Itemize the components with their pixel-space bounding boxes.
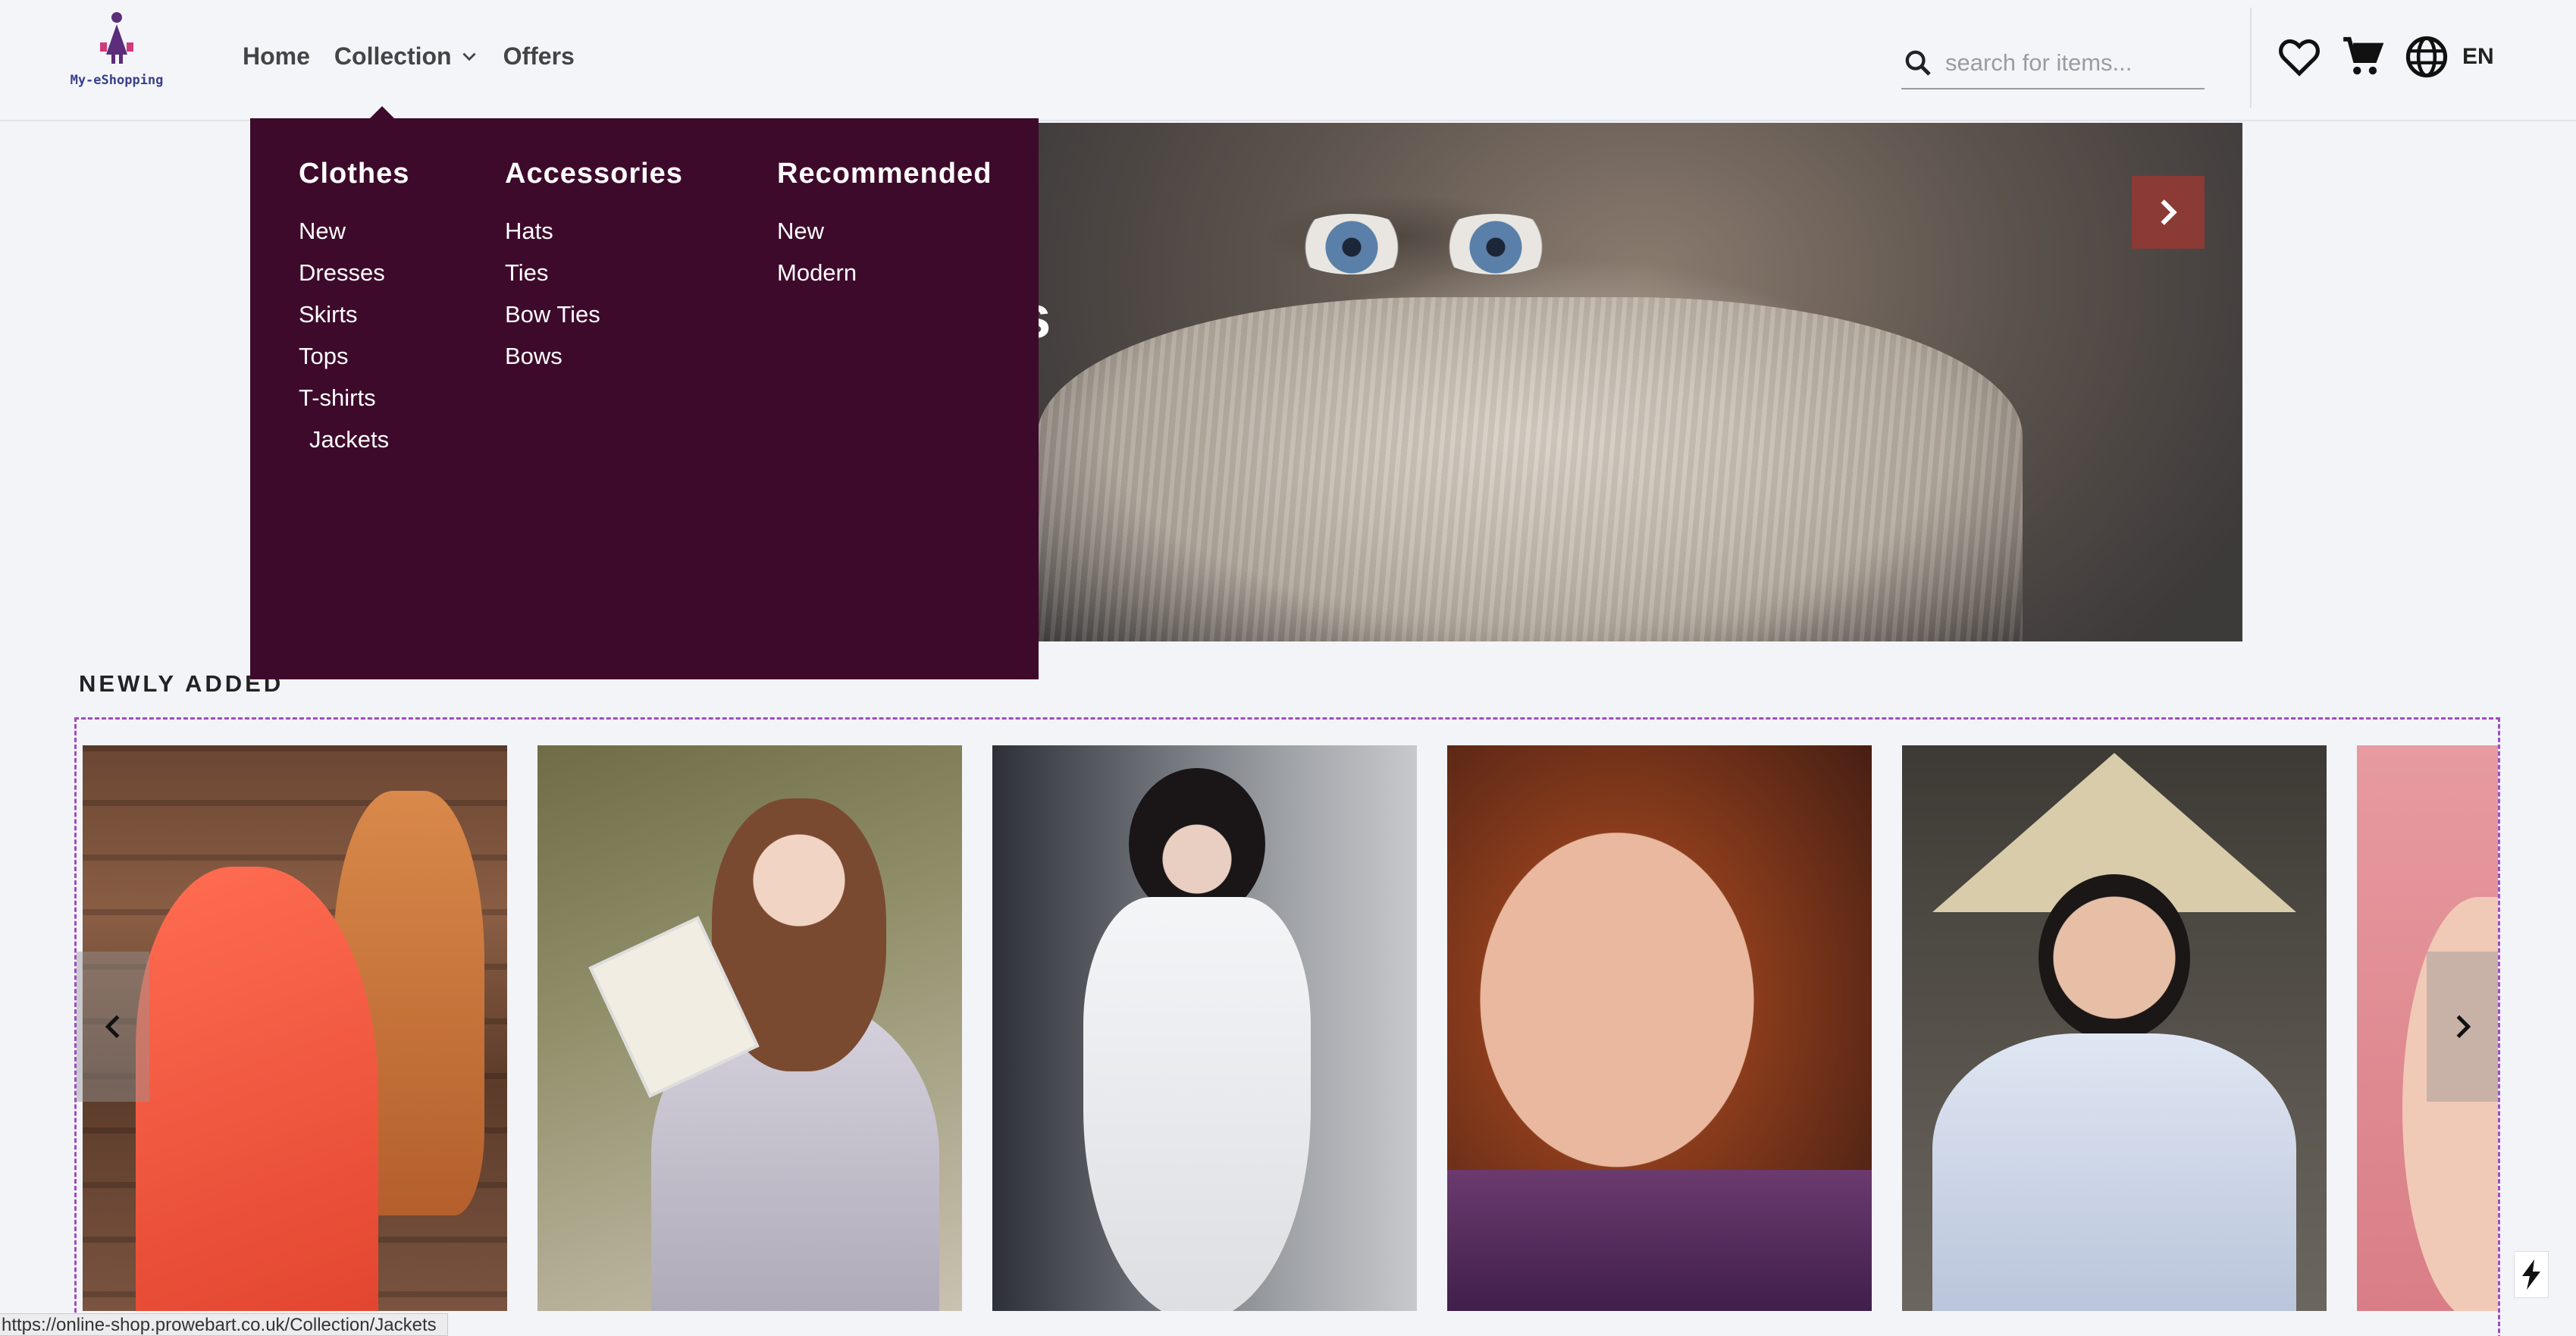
header-divider xyxy=(2250,8,2252,108)
menu-link-recommended-new[interactable]: New xyxy=(777,210,992,252)
search-bar xyxy=(1901,38,2205,89)
header-actions: EN xyxy=(2261,32,2494,82)
menu-link-bows[interactable]: Bows xyxy=(505,335,683,377)
menu-heading-recommended: Recommended xyxy=(777,158,992,190)
main-nav: Home Collection Offers xyxy=(243,42,599,71)
menu-link-hats[interactable]: Hats xyxy=(505,210,683,252)
product-card[interactable] xyxy=(1447,745,1872,1311)
menu-heading-clothes: Clothes xyxy=(299,158,410,190)
heart-icon[interactable] xyxy=(2274,32,2324,82)
nav-collection[interactable]: Collection xyxy=(334,42,479,71)
menu-link-new[interactable]: New xyxy=(299,210,409,252)
brand-name: My-eShopping xyxy=(70,73,164,88)
product-dress-shape xyxy=(1932,1033,2296,1311)
hero-next-button[interactable] xyxy=(2132,176,2205,249)
menu-link-jackets[interactable]: Jackets xyxy=(299,419,409,460)
search-icon[interactable] xyxy=(1901,46,1935,80)
status-url: https://online-shop.prowebart.co.uk/Coll… xyxy=(0,1313,448,1336)
language-selector[interactable]: EN xyxy=(2462,44,2494,70)
product-card[interactable] xyxy=(992,745,1417,1311)
hero-eye-right xyxy=(1431,214,1560,274)
menu-link-ties[interactable]: Ties xyxy=(505,252,683,293)
nav-home[interactable]: Home xyxy=(243,42,310,71)
cart-icon[interactable] xyxy=(2338,32,2388,82)
menu-caret xyxy=(370,106,394,118)
nav-collection-label: Collection xyxy=(334,42,452,70)
product-gown-shape xyxy=(1083,897,1311,1311)
shopper-logo-icon xyxy=(100,12,133,64)
carousel-next-button[interactable] xyxy=(2427,952,2498,1102)
hero-eye-left xyxy=(1287,214,1416,274)
product-head-shape xyxy=(2039,874,2190,1041)
globe-icon[interactable] xyxy=(2402,32,2452,82)
menu-link-skirts[interactable]: Skirts xyxy=(299,293,409,335)
menu-link-tops[interactable]: Tops xyxy=(299,335,409,377)
hero-title: s xyxy=(1037,282,1051,352)
menu-col-accessories: Accessories Hats Ties Bow Ties Bows xyxy=(505,158,683,377)
collection-mega-menu: Clothes New Dresses Skirts Tops T-shirts… xyxy=(250,118,1039,679)
hero-banner: s xyxy=(1037,123,2242,641)
product-fabric-shape xyxy=(1447,1170,1872,1311)
menu-link-modern[interactable]: Modern xyxy=(777,252,992,293)
menu-heading-accessories: Accessories xyxy=(505,158,683,190)
nav-offers-label: Offers xyxy=(503,42,575,70)
newly-added-carousel xyxy=(74,717,2500,1336)
lightning-icon[interactable] xyxy=(2514,1251,2549,1298)
product-card[interactable] xyxy=(537,745,962,1311)
hero-sweater-shape xyxy=(1037,297,2023,641)
menu-col-clothes: Clothes New Dresses Skirts Tops T-shirts… xyxy=(299,158,409,460)
product-dress-shape xyxy=(136,867,378,1311)
menu-link-dresses[interactable]: Dresses xyxy=(299,252,409,293)
product-card[interactable] xyxy=(1902,745,2327,1311)
top-header: My-eShopping Home Collection Offers sear… xyxy=(0,0,2576,121)
brand-logo[interactable]: My-eShopping xyxy=(64,11,170,88)
chevron-left-icon xyxy=(105,1015,120,1039)
chevron-right-icon xyxy=(2456,1015,2471,1039)
search-input[interactable] xyxy=(1945,49,2188,77)
menu-col-recommended: Recommended New Modern xyxy=(777,158,992,293)
carousel-prev-button[interactable] xyxy=(77,952,149,1102)
menu-link-bow-ties[interactable]: Bow Ties xyxy=(505,293,683,335)
nav-offers[interactable]: Offers xyxy=(503,42,575,71)
nav-home-label: Home xyxy=(243,42,310,70)
chevron-down-icon xyxy=(459,47,479,67)
menu-link-tshirts[interactable]: T-shirts xyxy=(299,377,409,419)
chevron-right-icon xyxy=(2161,199,2177,225)
